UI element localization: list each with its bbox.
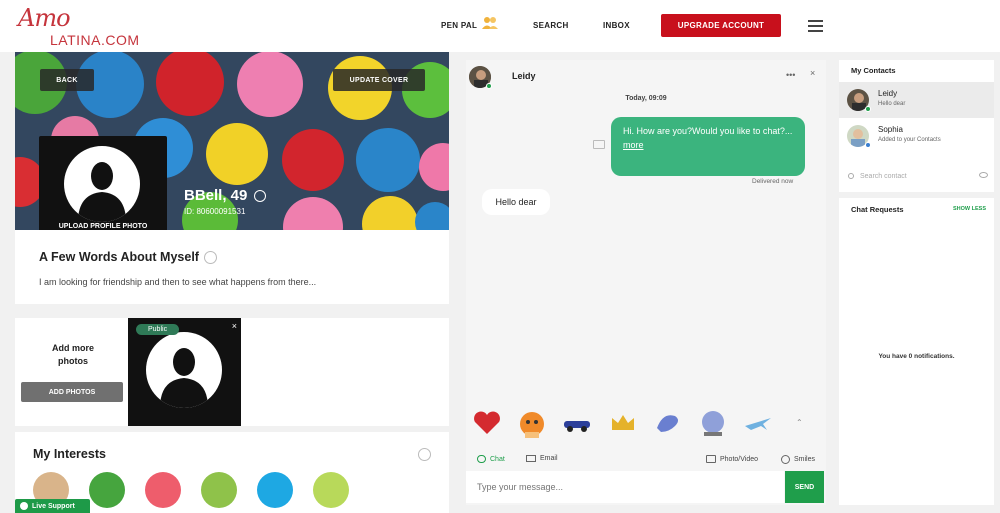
contact-last-message: Added to your Contacts (878, 137, 941, 143)
contacts-title: My Contacts (851, 66, 896, 75)
fox-sticker-icon[interactable] (515, 406, 549, 440)
send-button[interactable]: SEND (785, 471, 824, 503)
add-photos-button[interactable]: ADD PHOTOS (21, 382, 123, 402)
eye-icon[interactable] (979, 172, 988, 178)
site-logo[interactable]: Amo LATINA.COM (14, 4, 164, 48)
swimming-icon (257, 472, 293, 508)
chat-tabs: Chat Email Photo/Video Smiles (466, 449, 826, 471)
contact-name: Sophia (878, 125, 903, 134)
crown-sticker-icon[interactable] (606, 406, 640, 440)
chat-panel: Leidy ••• × Today, 09:09 Hi. How are you… (466, 60, 826, 505)
upload-profile-photo-tile[interactable]: UPLOAD PROFILE PHOTO (39, 136, 167, 242)
camera-icon (706, 455, 716, 463)
chat-date: Today, 09:09 (625, 95, 667, 102)
outgoing-message-text: Hi. How are you?Would you like to chat?.… (623, 126, 793, 136)
update-cover-button[interactable]: UPDATE COVER (333, 69, 425, 91)
gaming-icon (89, 472, 125, 508)
pen-pal-users-icon[interactable] (482, 16, 498, 30)
upload-profile-photo-label: UPLOAD PROFILE PHOTO (58, 223, 148, 230)
edit-interests-icon[interactable] (418, 448, 431, 461)
dragon-sticker-icon[interactable] (651, 406, 685, 440)
incoming-message: Hello dear (482, 189, 550, 215)
default-avatar-silhouette (64, 146, 140, 222)
close-chat-icon[interactable]: × (810, 68, 815, 78)
edit-name-icon[interactable] (253, 190, 266, 203)
show-less-link[interactable]: SHOW LESS (953, 206, 986, 212)
contact-name: Leidy (878, 89, 898, 98)
back-button[interactable]: BACK (40, 69, 94, 91)
profile-name-text: BBell, 49 (184, 187, 248, 204)
nav-inbox[interactable]: INBOX (603, 21, 630, 30)
add-more-photos-text: Add more photos (51, 343, 94, 366)
contact-last-message: Hello dear (878, 101, 906, 107)
online-status-dot (865, 106, 871, 112)
photos-card: Add more photos ADD PHOTOS Public × (15, 318, 449, 426)
status-dot (865, 142, 871, 148)
contact-item-leidy[interactable]: Leidy Hello dear (839, 82, 994, 118)
chat-requests-title: Chat Requests (851, 205, 904, 214)
hamburger-menu-icon[interactable] (808, 20, 823, 32)
upgrade-account-button[interactable]: UPGRADE ACCOUNT (661, 14, 781, 37)
live-support-label: Live Support (32, 502, 75, 510)
envelope-icon (526, 455, 536, 462)
live-support-button[interactable]: Live Support (15, 499, 90, 513)
notifications-empty-text: You have 0 notifications. (878, 353, 955, 360)
plane-sticker-icon[interactable] (741, 406, 775, 440)
tab-chat[interactable]: Chat (477, 455, 505, 463)
my-contacts-panel: My Contacts Leidy Hello dear Sophia Adde… (839, 60, 994, 192)
expand-stickers-icon[interactable]: ⌃ (796, 418, 803, 427)
chat-requests-panel: Chat Requests SHOW LESS You have 0 notif… (839, 198, 994, 505)
tab-smiles[interactable]: Smiles (781, 455, 815, 464)
profile-id: ID: 80600091531 (184, 207, 246, 216)
smiley-icon (781, 455, 790, 464)
about-card: A Few Words About Myself I am looking fo… (15, 230, 449, 304)
tab-photo-video-label: Photo/Video (720, 455, 759, 463)
search-icon (848, 173, 854, 179)
nav-pen-pal[interactable]: PEN PAL (441, 21, 477, 30)
delivered-status: Delivered now (752, 178, 794, 185)
sports-icon (145, 472, 181, 508)
sticker-bar: ⌃ (466, 406, 826, 444)
tab-chat-label: Chat (490, 455, 505, 463)
outgoing-message: Hi. How are you?Would you like to chat?.… (611, 117, 805, 176)
more-link[interactable]: more (623, 140, 644, 150)
about-title: A Few Words About Myself (39, 250, 199, 264)
tab-smiles-label: Smiles (794, 456, 816, 463)
about-text: I am looking for friendship and then to … (39, 277, 317, 287)
car-sticker-icon[interactable] (560, 406, 594, 440)
heart-sticker-icon[interactable] (470, 406, 504, 440)
close-icon[interactable]: × (232, 321, 237, 331)
chat-header: Leidy ••• × (466, 60, 826, 94)
public-badge: Public (136, 324, 180, 335)
message-input[interactable] (466, 471, 784, 503)
search-contact-field[interactable]: Search contact (848, 167, 988, 185)
travel-icon (201, 472, 237, 508)
online-status-dot (486, 83, 492, 89)
nature-icon (313, 472, 349, 508)
translate-icon[interactable] (593, 140, 605, 149)
default-avatar-silhouette (146, 332, 222, 408)
edit-about-icon[interactable] (204, 251, 217, 264)
interests-title: My Interests (33, 447, 106, 461)
globe-sticker-icon[interactable] (696, 406, 730, 440)
tab-email[interactable]: Email (526, 455, 558, 462)
profile-name-age: BBell, 49 (184, 187, 266, 204)
chat-bubble-icon (477, 455, 486, 463)
tab-photo-video[interactable]: Photo/Video (706, 455, 758, 463)
chat-contact-name[interactable]: Leidy (512, 71, 536, 81)
photo-thumbnail[interactable]: Public × (128, 318, 241, 426)
help-icon (20, 502, 28, 510)
tab-email-label: Email (540, 455, 558, 462)
nav-search[interactable]: SEARCH (533, 21, 569, 30)
top-header: Amo LATINA.COM PEN PAL SEARCH INBOX UPGR… (0, 0, 1000, 52)
more-options-icon[interactable]: ••• (786, 70, 795, 80)
logo-text: LATINA.COM (50, 32, 140, 48)
search-contact-placeholder: Search contact (860, 172, 907, 180)
logo-script: Amo (18, 4, 71, 32)
contact-item-sophia[interactable]: Sophia Added to your Contacts (839, 118, 994, 154)
